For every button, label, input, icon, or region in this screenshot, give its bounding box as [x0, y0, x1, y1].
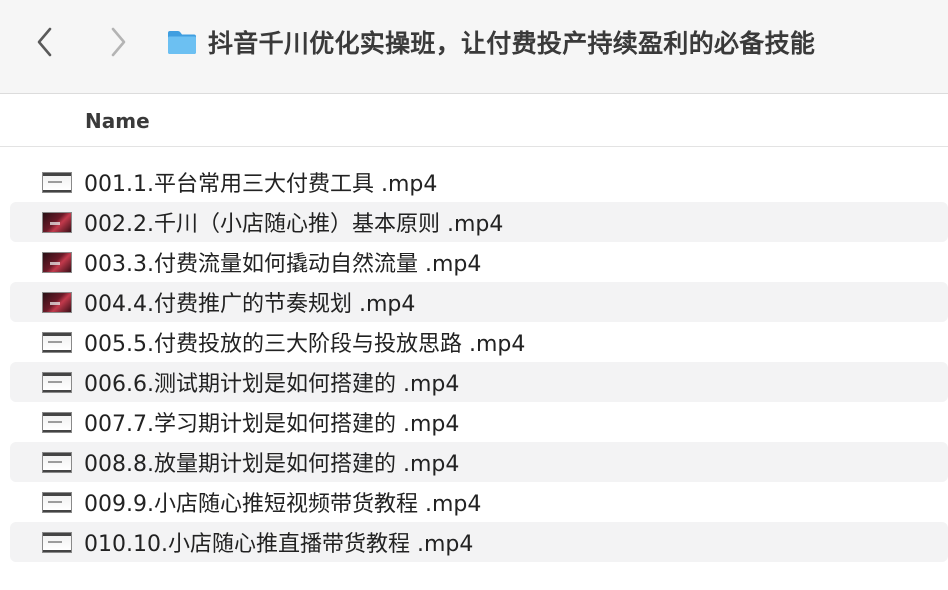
forward-button[interactable]	[100, 22, 136, 62]
file-name: 007.7.学习期计划是如何搭建的 .mp4	[84, 412, 460, 437]
video-thumbnail-icon	[42, 251, 72, 273]
video-thumbnail-icon	[42, 491, 72, 513]
file-row[interactable]: 010.10.小店随心推直播带货教程 .mp4	[10, 522, 948, 562]
file-name: 002.2.千川（小店随心推）基本原则 .mp4	[84, 212, 504, 237]
file-row[interactable]: 002.2.千川（小店随心推）基本原则 .mp4	[10, 202, 948, 242]
folder-icon	[168, 31, 196, 54]
video-thumbnail-icon	[42, 451, 72, 473]
back-button[interactable]	[27, 22, 63, 62]
file-name: 006.6.测试期计划是如何搭建的 .mp4	[84, 372, 460, 397]
window-title-area: 抖音千川优化实操班，让付费投产持续盈利的必备技能	[166, 22, 815, 62]
video-thumbnail-icon	[42, 211, 72, 233]
file-name: 005.5.付费投放的三大阶段与投放思路 .mp4	[84, 332, 526, 357]
file-name: 009.9.小店随心推短视频带货教程 .mp4	[84, 492, 482, 517]
column-header: Name	[0, 95, 948, 147]
file-list: 001.1.平台常用三大付费工具 .mp4 002.2.千川（小店随心推）基本原…	[10, 162, 948, 562]
file-row[interactable]: 004.4.付费推广的节奏规划 .mp4	[10, 282, 948, 322]
file-name: 008.8.放量期计划是如何搭建的 .mp4	[84, 452, 460, 477]
toolbar: 抖音千川优化实操班，让付费投产持续盈利的必备技能	[0, 0, 948, 94]
file-name: 004.4.付费推广的节奏规划 .mp4	[84, 292, 416, 317]
file-row[interactable]: 006.6.测试期计划是如何搭建的 .mp4	[10, 362, 948, 402]
video-thumbnail-icon	[42, 531, 72, 553]
file-row[interactable]: 008.8.放量期计划是如何搭建的 .mp4	[10, 442, 948, 482]
video-thumbnail-icon	[42, 171, 72, 193]
video-thumbnail-icon	[42, 371, 72, 393]
finder-window: 抖音千川优化实操班，让付费投产持续盈利的必备技能 Name 001.1.平台常用…	[0, 0, 948, 590]
file-row[interactable]: 007.7.学习期计划是如何搭建的 .mp4	[10, 402, 948, 442]
file-row[interactable]: 001.1.平台常用三大付费工具 .mp4	[10, 162, 948, 202]
file-row[interactable]: 009.9.小店随心推短视频带货教程 .mp4	[10, 482, 948, 522]
chevron-left-icon	[37, 27, 52, 57]
file-name: 001.1.平台常用三大付费工具 .mp4	[84, 172, 438, 197]
file-name: 003.3.付费流量如何撬动自然流量 .mp4	[84, 252, 482, 277]
file-row[interactable]: 005.5.付费投放的三大阶段与投放思路 .mp4	[10, 322, 948, 362]
video-thumbnail-icon	[42, 331, 72, 353]
chevron-right-icon	[111, 27, 126, 57]
file-name: 010.10.小店随心推直播带货教程 .mp4	[84, 532, 474, 557]
file-row[interactable]: 003.3.付费流量如何撬动自然流量 .mp4	[10, 242, 948, 282]
window-title: 抖音千川优化实操班，让付费投产持续盈利的必备技能	[208, 29, 816, 58]
column-header-name[interactable]: Name	[85, 109, 150, 133]
video-thumbnail-icon	[42, 291, 72, 313]
video-thumbnail-icon	[42, 411, 72, 433]
